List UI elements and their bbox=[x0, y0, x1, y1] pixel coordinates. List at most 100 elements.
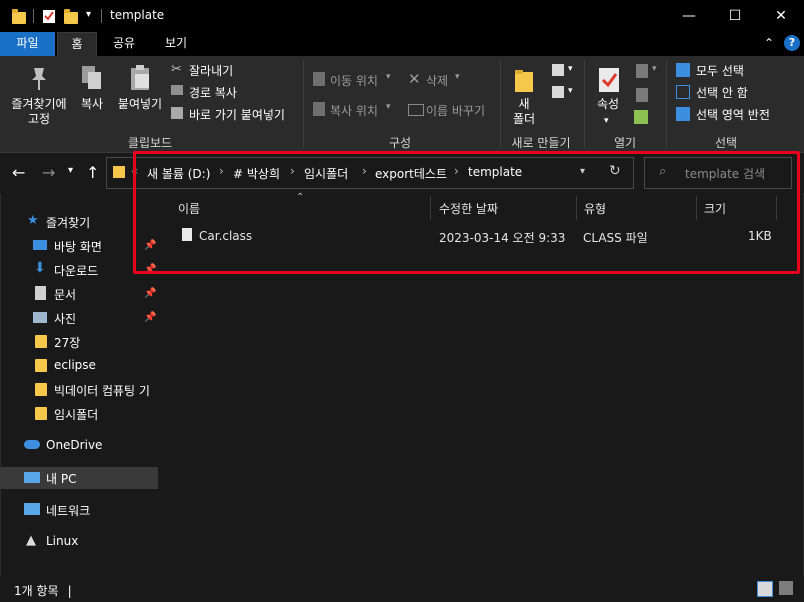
paste-button[interactable]: 붙여넣기 bbox=[114, 97, 166, 112]
search-box[interactable]: ⌕ template 검색 bbox=[644, 157, 792, 189]
new-group-label: 새로 만들기 bbox=[511, 136, 571, 150]
paste-shortcut-icon bbox=[171, 107, 183, 119]
column-header-size[interactable]: 크기 bbox=[704, 200, 726, 224]
move-to-button[interactable]: 이동 위치 bbox=[330, 72, 378, 89]
pin-label-2: 고정 bbox=[27, 112, 51, 126]
maximize-button[interactable]: ☐ bbox=[712, 0, 758, 32]
large-icons-view-icon[interactable] bbox=[779, 581, 793, 595]
breadcrumb-temp[interactable]: 임시폴더 bbox=[304, 165, 348, 182]
up-button[interactable]: ↑ bbox=[86, 163, 99, 182]
tab-share[interactable]: 공유 bbox=[100, 32, 148, 56]
file-size: 1KB bbox=[748, 229, 772, 243]
status-divider: | bbox=[67, 584, 72, 598]
copy-to-icon bbox=[313, 102, 325, 116]
nav-label: 27장 bbox=[54, 336, 81, 350]
nav-quick-access[interactable]: ★ 즐겨찾기 bbox=[0, 211, 158, 233]
new-folder-label-1: 새 bbox=[518, 97, 530, 111]
recent-locations-button[interactable]: ▾ bbox=[68, 165, 73, 176]
select-all-button[interactable]: 모두 선택 bbox=[696, 62, 744, 79]
new-folder-button[interactable]: 새 폴더 bbox=[506, 97, 542, 127]
close-button[interactable]: ✕ bbox=[758, 0, 804, 32]
folder-icon bbox=[35, 383, 47, 396]
column-header-modified[interactable]: 수정한 날짜 bbox=[439, 200, 498, 224]
search-input[interactable]: template 검색 bbox=[685, 165, 765, 182]
tab-home[interactable]: 홈 bbox=[57, 32, 97, 56]
select-none-button[interactable]: 선택 안 함 bbox=[696, 84, 748, 101]
tab-file[interactable]: 파일 bbox=[0, 32, 55, 56]
nav-item-folder-27[interactable]: 27장 bbox=[0, 331, 158, 353]
delete-button[interactable]: 삭제 bbox=[426, 72, 448, 89]
column-divider[interactable] bbox=[776, 196, 777, 220]
nav-item-downloads[interactable]: ⬇ 다운로드 📌 bbox=[0, 259, 158, 281]
new-folder-icon[interactable] bbox=[64, 8, 78, 24]
group-divider bbox=[303, 60, 304, 148]
column-header-type[interactable]: 유형 bbox=[584, 200, 606, 224]
invert-selection-button[interactable]: 선택 영역 반전 bbox=[696, 106, 770, 123]
properties-icon[interactable] bbox=[42, 8, 56, 24]
history-icon[interactable] bbox=[634, 110, 648, 124]
nav-onedrive[interactable]: OneDrive bbox=[0, 435, 158, 457]
help-icon[interactable]: ? bbox=[784, 35, 800, 51]
new-item-icon[interactable] bbox=[552, 64, 564, 76]
forward-button[interactable]: → bbox=[42, 163, 55, 182]
open-icon[interactable] bbox=[636, 64, 648, 78]
new-folder-large-icon bbox=[513, 68, 535, 97]
column-divider[interactable] bbox=[430, 196, 431, 220]
refresh-icon[interactable]: ↻ bbox=[609, 163, 621, 179]
move-to-icon bbox=[313, 72, 325, 86]
address-dropdown-icon[interactable]: ▾ bbox=[580, 166, 585, 177]
customize-quick-access-icon[interactable]: ▾ bbox=[86, 9, 91, 20]
paste-shortcut-button[interactable]: 바로 가기 붙여넣기 bbox=[189, 106, 285, 123]
nav-item-temp[interactable]: 임시폴더 bbox=[0, 403, 158, 425]
cloud-icon bbox=[24, 440, 40, 449]
easy-access-icon[interactable] bbox=[552, 86, 564, 98]
invert-selection-icon bbox=[676, 107, 690, 121]
pin-icon: 📌 bbox=[144, 312, 157, 323]
pin-to-quick-access-button[interactable]: 즐겨찾기에 고정 bbox=[4, 97, 74, 127]
copy-to-button[interactable]: 복사 위치 bbox=[330, 102, 378, 119]
nav-item-desktop[interactable]: 바탕 화면 📌 bbox=[0, 235, 158, 257]
file-icon bbox=[182, 228, 192, 241]
select-group-label: 선택 bbox=[714, 136, 738, 150]
breadcrumb-separator: › bbox=[219, 164, 224, 178]
file-name: Car.class bbox=[199, 229, 253, 243]
edit-icon[interactable] bbox=[636, 88, 648, 102]
nav-label: 내 PC bbox=[46, 472, 77, 486]
breadcrumb-user[interactable]: # 박상희 bbox=[233, 165, 280, 182]
breadcrumb-current[interactable]: template bbox=[468, 165, 522, 179]
tab-view[interactable]: 보기 bbox=[152, 32, 200, 56]
maximize-icon: ☐ bbox=[728, 8, 742, 24]
breadcrumb-drive[interactable]: 새 볼륨 (D:) bbox=[147, 165, 210, 182]
collapse-ribbon-icon[interactable]: ⌃ bbox=[764, 36, 774, 50]
chevron-down-icon: ▾ bbox=[568, 86, 573, 96]
rename-button[interactable]: 이름 바꾸기 bbox=[426, 102, 485, 119]
minimize-button[interactable]: — bbox=[666, 0, 712, 32]
properties-button[interactable]: 속성 bbox=[590, 97, 626, 112]
nav-item-documents[interactable]: 문서 📌 bbox=[0, 283, 158, 305]
nav-label: 바탕 화면 bbox=[54, 240, 102, 254]
breadcrumb-overflow[interactable]: « bbox=[131, 164, 138, 178]
nav-network[interactable]: 네트워크 bbox=[0, 499, 158, 521]
close-icon: ✕ bbox=[775, 8, 787, 24]
pin-icon: 📌 bbox=[144, 240, 157, 251]
copy-button[interactable]: 복사 bbox=[74, 97, 110, 112]
nav-label: 네트워크 bbox=[46, 504, 91, 518]
nav-item-bigdata[interactable]: 빅데이터 컴퓨팅 기 bbox=[0, 379, 158, 401]
nav-label: 즐겨찾기 bbox=[46, 216, 91, 230]
nav-linux[interactable]: ▲ Linux bbox=[0, 531, 158, 553]
pin-icon: 📌 bbox=[144, 288, 157, 299]
folder-icon bbox=[35, 359, 47, 372]
breadcrumb-export[interactable]: export테스트 bbox=[375, 165, 447, 182]
cut-button[interactable]: 잘라내기 bbox=[189, 62, 233, 79]
column-divider[interactable] bbox=[576, 196, 577, 220]
column-header-name[interactable]: 이름 bbox=[178, 200, 200, 224]
back-button[interactable]: ← bbox=[12, 163, 25, 182]
copy-path-button[interactable]: 경로 복사 bbox=[189, 84, 237, 101]
nav-this-pc[interactable]: 내 PC bbox=[0, 467, 158, 489]
column-divider[interactable] bbox=[696, 196, 697, 220]
details-view-icon[interactable] bbox=[757, 581, 773, 597]
pin-icon bbox=[28, 66, 50, 95]
nav-item-eclipse[interactable]: eclipse bbox=[0, 355, 158, 377]
address-bar[interactable]: « 새 볼륨 (D:) › # 박상희 › 임시폴더 › export테스트 ›… bbox=[106, 157, 634, 189]
nav-item-pictures[interactable]: 사진 📌 bbox=[0, 307, 158, 329]
